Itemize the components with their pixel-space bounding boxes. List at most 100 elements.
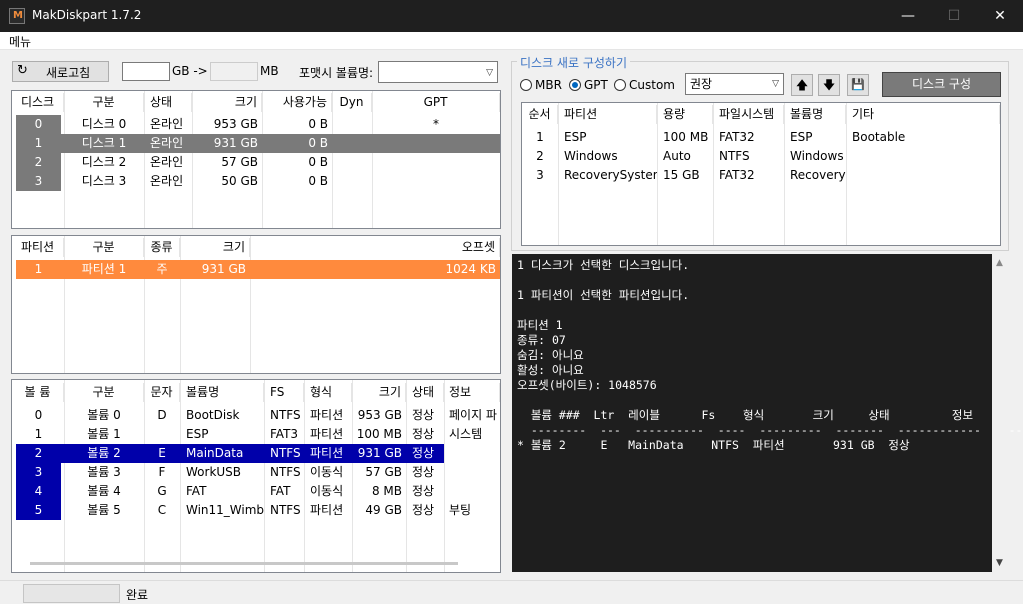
radio-mbr-dot (520, 79, 532, 91)
volume-info (444, 463, 500, 482)
disk-dyn (332, 153, 372, 172)
col-status[interactable]: 상태 (406, 383, 444, 402)
radio-mbr[interactable]: MBR (520, 78, 562, 92)
gb-size-input[interactable] (122, 62, 170, 81)
reconfig-list[interactable]: 순서 파티션 용량 파일시스템 볼륨명 기타 1 ESP 100 MB FAT3… (521, 102, 1001, 246)
col-order[interactable]: 순서 (522, 105, 558, 124)
move-down-button[interactable]: 🡇 (818, 74, 840, 96)
volume-row[interactable]: 2 볼륨 2 E MainData NTFS 파티션 931 GB 정상 (16, 444, 444, 463)
reconfig-label: Recovery (790, 168, 846, 182)
save-button[interactable]: 💾 (847, 74, 869, 96)
arrow-down-icon: 🡇 (822, 78, 836, 92)
col-fs[interactable]: FS (264, 383, 304, 402)
col-fs[interactable]: 파일시스템 (713, 105, 784, 124)
disk-size: 953 GB (213, 117, 258, 131)
col-status[interactable]: 상태 (144, 93, 192, 112)
partition-list[interactable]: 파티션 구분 종류 크기 오프셋 1 파티션 1 주 931 GB 1024 K… (11, 235, 501, 374)
partition-num: 1 (34, 262, 43, 276)
col-label[interactable]: 볼륨명 (784, 105, 846, 124)
radio-custom[interactable]: Custom (614, 78, 675, 92)
reconfig-partition: RecoverySystem (564, 168, 657, 182)
volume-format: 파티션 (310, 503, 344, 517)
partition-row[interactable]: 1 파티션 1 주 931 GB 1024 KB (16, 260, 500, 279)
radio-gpt-label: GPT (584, 78, 608, 92)
app-icon (9, 8, 25, 24)
volume-label: MainData (186, 446, 244, 460)
volume-list-header: 볼 륨 구분 문자 볼륨명 FS 형식 크기 상태 정보 (12, 383, 500, 402)
disk-row[interactable]: 1 디스크 1 온라인 931 GB 0 B (16, 134, 500, 153)
reconfig-row[interactable]: 1 ESP 100 MB FAT32 ESP Bootable (522, 128, 1000, 147)
minimize-button[interactable]: — (885, 0, 931, 32)
volume-name: 볼륨 2 (87, 446, 121, 460)
volume-row[interactable]: 0 볼륨 0 D BootDisk NTFS 파티션 953 GB 정상 페이지… (12, 406, 500, 425)
col-size[interactable]: 크기 (180, 238, 250, 257)
volume-name-combo[interactable]: ▽ (378, 61, 498, 83)
build-disk-button[interactable]: 디스크 구성 (882, 72, 1001, 97)
close-button[interactable]: ✕ (977, 0, 1023, 32)
volume-row[interactable]: 1 볼륨 1 ESP FAT3 파티션 100 MB 정상 시스템 (12, 425, 500, 444)
col-name[interactable]: 구분 (64, 93, 144, 112)
col-etc[interactable]: 기타 (846, 105, 1000, 124)
scroll-down-icon[interactable]: ▼ (996, 558, 1003, 568)
volume-num: 3 (16, 463, 61, 482)
reconfig-label: Windows (790, 149, 844, 163)
reconfig-partition: Windows (564, 149, 618, 163)
disk-row[interactable]: 0 디스크 0 온라인 953 GB 0 B * (12, 115, 500, 134)
reconfig-size: 15 GB (663, 168, 700, 182)
refresh-label: 새로고침 (46, 66, 91, 80)
reconfig-row[interactable]: 3 RecoverySystem 15 GB FAT32 Recovery (522, 166, 1000, 185)
save-icon: 💾 (851, 78, 865, 91)
disk-list[interactable]: 디스크 구분 상태 크기 사용가능 Dyn GPT 0 디스크 0 온라인 95… (11, 90, 501, 229)
col-label[interactable]: 볼륨명 (180, 383, 264, 402)
disk-status: 온라인 (150, 117, 184, 131)
disk-free: 0 B (308, 174, 328, 188)
col-name[interactable]: 구분 (64, 238, 144, 257)
volume-row[interactable]: 3 볼륨 3 F WorkUSB NTFS 이동식 57 GB 정상 (12, 463, 500, 482)
reconfig-title: 디스크 새로 구성하기 (517, 54, 630, 71)
disk-gpt (372, 134, 500, 153)
reconfig-row[interactable]: 2 Windows Auto NTFS Windows (522, 147, 1000, 166)
col-dyn[interactable]: Dyn (332, 93, 372, 112)
col-gpt[interactable]: GPT (372, 93, 500, 112)
disk-row[interactable]: 3 디스크 3 온라인 50 GB 0 B (12, 172, 500, 191)
col-info[interactable]: 정보 (444, 383, 500, 402)
refresh-button[interactable]: ↻ 새로고침 (12, 61, 109, 82)
col-partition[interactable]: 파티션 (12, 238, 64, 257)
disk-num: 0 (16, 115, 61, 134)
volume-list[interactable]: 볼 륨 구분 문자 볼륨명 FS 형식 크기 상태 정보 0 볼륨 0 D Bo… (11, 379, 501, 573)
volume-size: 100 MB (356, 427, 402, 441)
col-size[interactable]: 크기 (192, 93, 262, 112)
col-type[interactable]: 종류 (144, 238, 180, 257)
volume-size: 57 GB (365, 465, 402, 479)
disk-row[interactable]: 2 디스크 2 온라인 57 GB 0 B (12, 153, 500, 172)
status-progress (23, 584, 120, 603)
mb-label: MB (260, 64, 279, 78)
col-volume[interactable]: 볼 륨 (12, 383, 64, 402)
col-disk[interactable]: 디스크 (12, 93, 64, 112)
volume-info: 페이지 파 (449, 408, 497, 422)
volume-row[interactable]: 5 볼륨 5 C Win11_Wimb NTFS 파티션 49 GB 정상 부팅 (12, 501, 500, 520)
partition-name: 파티션 1 (81, 262, 127, 276)
col-format[interactable]: 형식 (304, 383, 352, 402)
menu-main[interactable]: 메뉴 (9, 33, 31, 50)
col-name[interactable]: 구분 (64, 383, 144, 402)
console-output[interactable]: 1 디스크가 선택한 디스크입니다. 1 파티션이 선택한 파티션입니다. 파티… (512, 254, 1023, 572)
col-offset[interactable]: 오프셋 (250, 238, 500, 257)
radio-gpt[interactable]: GPT (569, 78, 608, 92)
console-scrollbar[interactable]: ▲ ▼ (992, 254, 1009, 572)
mb-size-input[interactable] (210, 62, 258, 81)
col-partition[interactable]: 파티션 (558, 105, 657, 124)
col-size[interactable]: 용량 (657, 105, 713, 124)
volume-list-hscroll[interactable] (30, 562, 458, 565)
maximize-button[interactable]: ☐ (931, 0, 977, 32)
disk-gpt (372, 153, 500, 172)
col-size[interactable]: 크기 (352, 383, 406, 402)
volume-row[interactable]: 4 볼륨 4 G FAT FAT 이동식 8 MB 정상 (12, 482, 500, 501)
move-up-button[interactable]: 🡅 (791, 74, 813, 96)
col-letter[interactable]: 문자 (144, 383, 180, 402)
reconfig-partition: ESP (564, 130, 587, 144)
scroll-up-icon[interactable]: ▲ (996, 258, 1003, 268)
preset-combo[interactable]: 권장 ▽ (685, 73, 784, 95)
col-free[interactable]: 사용가능 (262, 93, 332, 112)
reconfig-order: 1 (536, 130, 544, 144)
